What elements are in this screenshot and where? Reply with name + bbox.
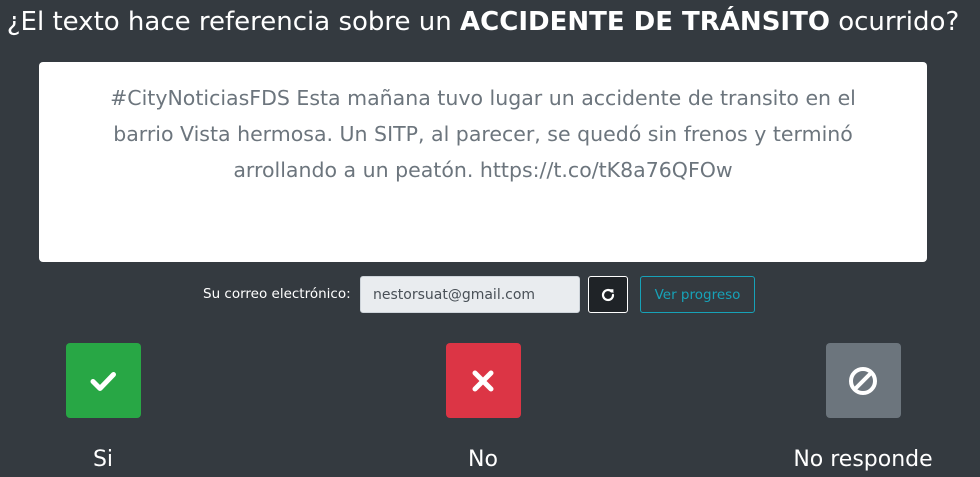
email-field[interactable]	[360, 276, 580, 313]
answer-no: No	[383, 343, 583, 477]
question-suffix: ocurrido?	[838, 7, 960, 37]
times-icon	[472, 370, 494, 391]
no-response-label: No responde	[793, 447, 933, 472]
email-row: Su correo electrónico: Ver progreso	[0, 276, 980, 314]
question-heading: ¿El texto hace referencia sobre un ACCID…	[0, 2, 966, 42]
answer-yes: Si	[3, 343, 203, 477]
tweet-card: #CityNoticiasFDS Esta mañana tuvo lugar …	[39, 62, 927, 262]
answer-no-response: No responde	[763, 343, 963, 477]
no-label: No	[468, 447, 498, 472]
refresh-button[interactable]	[588, 276, 628, 313]
question-emphasis: ACCIDENTE DE TRÁNSITO	[460, 7, 830, 37]
no-response-button[interactable]	[825, 343, 901, 418]
question-prefix: ¿El texto hace referencia sobre un	[6, 7, 452, 37]
page: ¿El texto hace referencia sobre un ACCID…	[0, 0, 980, 477]
yes-label: Si	[92, 447, 114, 472]
no-button[interactable]	[445, 343, 521, 418]
view-progress-button[interactable]: Ver progreso	[640, 276, 755, 313]
ban-icon	[849, 366, 877, 395]
yes-button[interactable]	[65, 343, 141, 418]
refresh-icon	[601, 288, 615, 301]
check-icon	[90, 371, 116, 391]
email-label: Su correo electrónico:	[203, 286, 351, 302]
tweet-text: #CityNoticiasFDS Esta mañana tuvo lugar …	[110, 86, 856, 182]
